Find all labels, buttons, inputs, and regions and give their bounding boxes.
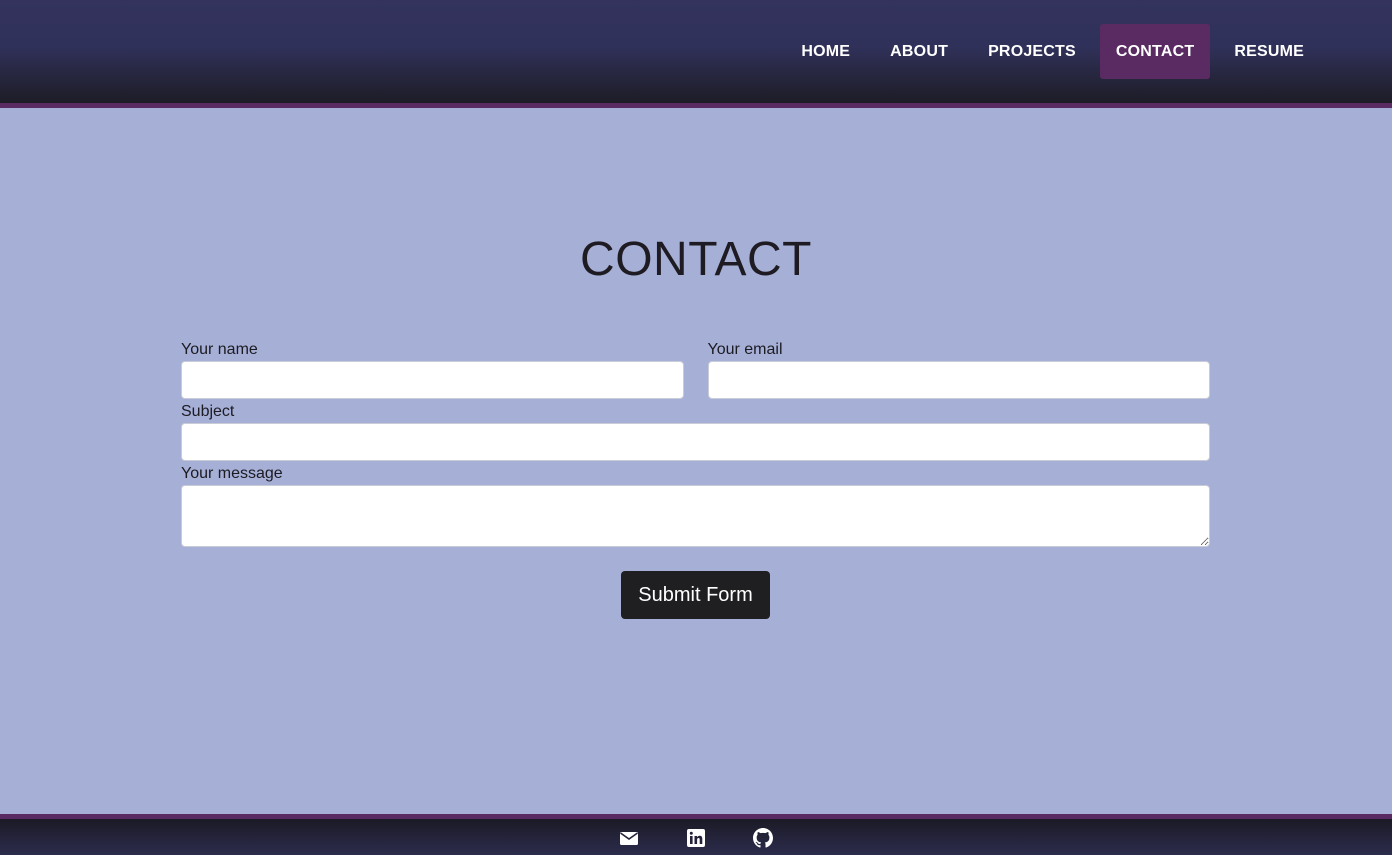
submit-form-button[interactable]: Submit Form: [621, 571, 770, 619]
email-field-group: Your email: [707, 340, 1210, 399]
contact-form: Your name Your email Subject Your messag…: [181, 340, 1210, 619]
nav-item-about[interactable]: ABOUT: [870, 24, 968, 79]
name-label: Your name: [181, 341, 258, 358]
subject-field-group: Subject: [181, 402, 1210, 461]
message-label: Your message: [181, 465, 283, 482]
envelope-icon[interactable]: [619, 828, 639, 848]
social-links: [0, 828, 1392, 848]
nav-item-projects[interactable]: PROJECTS: [968, 24, 1096, 79]
email-label: Your email: [707, 341, 783, 358]
name-input[interactable]: [181, 361, 684, 399]
top-navbar: HOME ABOUT PROJECTS CONTACT RESUME: [0, 0, 1392, 108]
github-icon[interactable]: [753, 828, 773, 848]
footer: [0, 814, 1392, 855]
submit-row: Submit Form: [181, 571, 1210, 619]
nav-item-contact[interactable]: CONTACT: [1099, 24, 1211, 79]
nav-menu: HOME ABOUT PROJECTS CONTACT RESUME: [781, 24, 1324, 79]
nav-item-home[interactable]: HOME: [781, 24, 870, 79]
subject-input[interactable]: [181, 423, 1210, 461]
message-field-group: Your message: [181, 464, 1210, 547]
main-content: CONTACT Your name Your email Subject You…: [0, 108, 1392, 814]
linkedin-icon[interactable]: [686, 828, 706, 848]
message-textarea[interactable]: [181, 485, 1210, 547]
name-email-row: Your name Your email: [181, 340, 1210, 399]
page-title: CONTACT: [580, 233, 812, 286]
name-field-group: Your name: [181, 340, 684, 399]
email-input[interactable]: [707, 361, 1210, 399]
subject-label: Subject: [181, 403, 235, 420]
nav-item-resume[interactable]: RESUME: [1214, 24, 1324, 79]
